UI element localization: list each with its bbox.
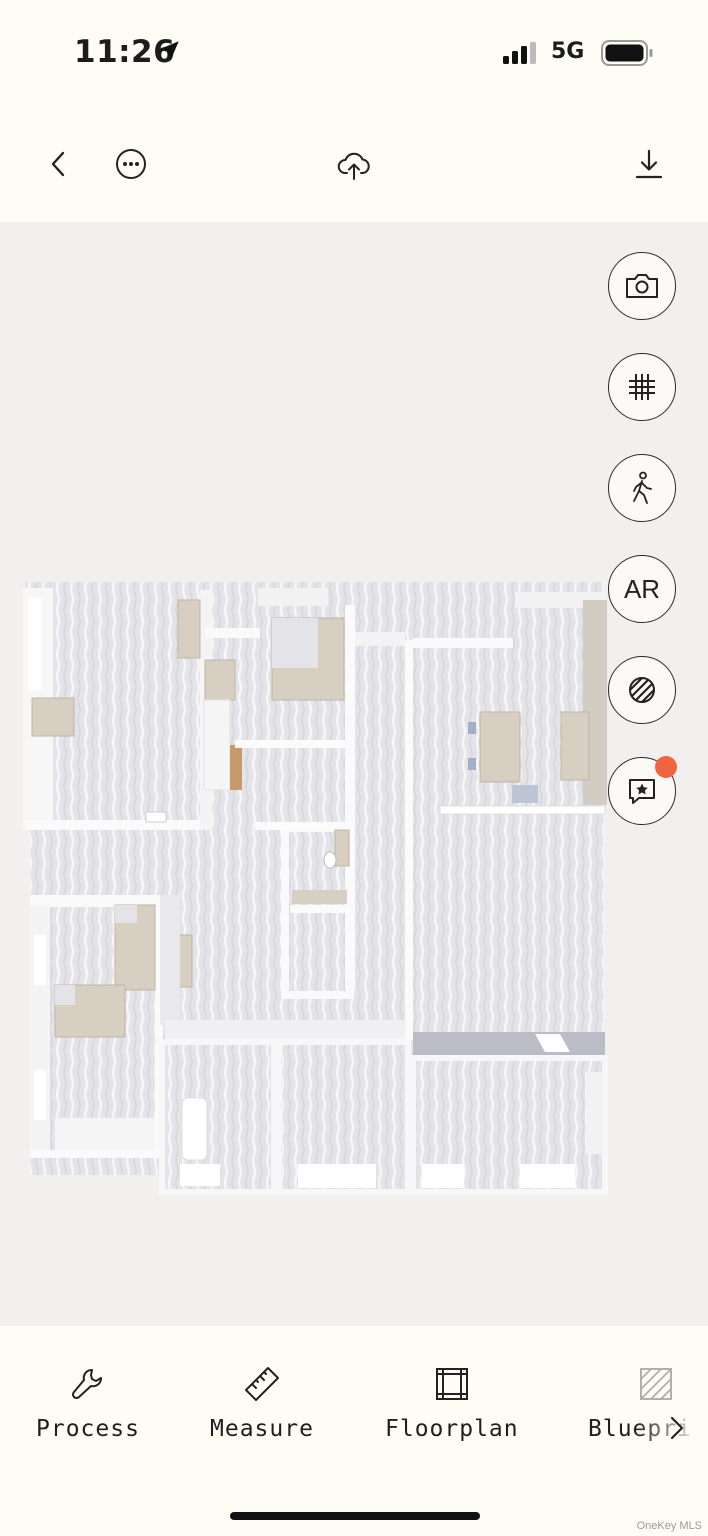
annotation-star-icon bbox=[629, 779, 655, 804]
wall bbox=[413, 638, 513, 648]
battery-icon bbox=[601, 40, 653, 66]
floor-light bbox=[422, 1164, 464, 1188]
floorplan-icon bbox=[435, 1368, 468, 1400]
blueprint-icon bbox=[640, 1368, 672, 1400]
tab-floorplan[interactable]: Floorplan bbox=[385, 1364, 519, 1442]
more-options-icon bbox=[116, 149, 146, 179]
toilet bbox=[323, 851, 337, 869]
download-button[interactable] bbox=[627, 142, 671, 186]
closet bbox=[203, 699, 231, 791]
wall bbox=[405, 640, 413, 1040]
wall bbox=[413, 1032, 605, 1057]
wall bbox=[355, 632, 405, 646]
wall bbox=[165, 1020, 405, 1042]
floor-light bbox=[180, 1164, 220, 1186]
dining-table bbox=[479, 711, 521, 783]
bathtub bbox=[181, 1097, 208, 1161]
tab-floorplan-label: Floorplan bbox=[385, 1416, 519, 1442]
appliance bbox=[512, 785, 538, 803]
back-chevron-icon bbox=[51, 151, 65, 177]
wall bbox=[235, 740, 350, 748]
wall bbox=[258, 588, 328, 606]
notification-badge bbox=[655, 756, 677, 778]
wall bbox=[290, 905, 350, 913]
download-icon bbox=[635, 149, 663, 179]
vanity bbox=[334, 829, 350, 867]
cell-signal-icon bbox=[503, 42, 536, 64]
wall bbox=[23, 820, 208, 830]
texture-toggle-button[interactable] bbox=[608, 656, 676, 724]
grid-icon bbox=[629, 374, 655, 400]
tab-measure[interactable]: Measure bbox=[210, 1364, 314, 1442]
vent bbox=[145, 811, 167, 823]
tab-process-label: Process bbox=[36, 1416, 140, 1442]
floorplan-3d-viewport[interactable]: AR bbox=[0, 222, 708, 1326]
floor-light bbox=[298, 1164, 376, 1188]
location-arrow-icon bbox=[159, 41, 179, 61]
window bbox=[34, 1070, 46, 1120]
back-button[interactable] bbox=[37, 142, 81, 186]
bench bbox=[55, 1118, 155, 1150]
ruler-icon bbox=[244, 1367, 279, 1401]
window bbox=[585, 1072, 603, 1154]
wall bbox=[205, 628, 260, 638]
camera-button[interactable] bbox=[608, 252, 676, 320]
top-toolbar bbox=[0, 120, 708, 210]
chevron-right-icon[interactable] bbox=[668, 1414, 686, 1442]
wrench-icon bbox=[71, 1369, 102, 1400]
floor-cutout bbox=[55, 985, 75, 1005]
wall bbox=[160, 895, 180, 1025]
floorplan-model[interactable] bbox=[0, 222, 708, 1326]
home-indicator[interactable] bbox=[230, 1512, 480, 1520]
status-bar: 11:26 5G bbox=[0, 0, 708, 100]
floor-cutout bbox=[272, 618, 318, 668]
walkthrough-button[interactable] bbox=[608, 454, 676, 522]
window bbox=[34, 935, 46, 985]
tab-process[interactable]: Process bbox=[36, 1364, 140, 1442]
network-type: 5G bbox=[551, 39, 585, 64]
sofa bbox=[560, 711, 590, 781]
tab-measure-label: Measure bbox=[210, 1416, 314, 1442]
ar-label: AR bbox=[623, 573, 661, 604]
upload-cloud-icon bbox=[337, 152, 370, 180]
floor-light bbox=[520, 1164, 575, 1188]
grid-button[interactable] bbox=[608, 353, 676, 421]
watermark: OneKey MLS bbox=[636, 1520, 702, 1532]
door bbox=[230, 745, 242, 790]
chair bbox=[468, 722, 476, 734]
camera-icon bbox=[626, 274, 658, 298]
counter bbox=[292, 890, 347, 904]
wall bbox=[30, 1150, 165, 1158]
chair bbox=[468, 758, 476, 770]
upload-button[interactable] bbox=[332, 144, 376, 188]
counter-edge bbox=[439, 805, 606, 815]
wardrobe bbox=[177, 599, 201, 659]
ar-button[interactable]: AR bbox=[608, 555, 676, 623]
desk bbox=[31, 697, 75, 737]
cabinet bbox=[204, 659, 236, 701]
floor-cutout bbox=[115, 905, 137, 923]
texture-icon bbox=[629, 677, 655, 703]
wall bbox=[255, 822, 350, 830]
walk-icon bbox=[633, 471, 652, 504]
more-options-button[interactable] bbox=[109, 142, 153, 186]
window bbox=[28, 598, 42, 690]
